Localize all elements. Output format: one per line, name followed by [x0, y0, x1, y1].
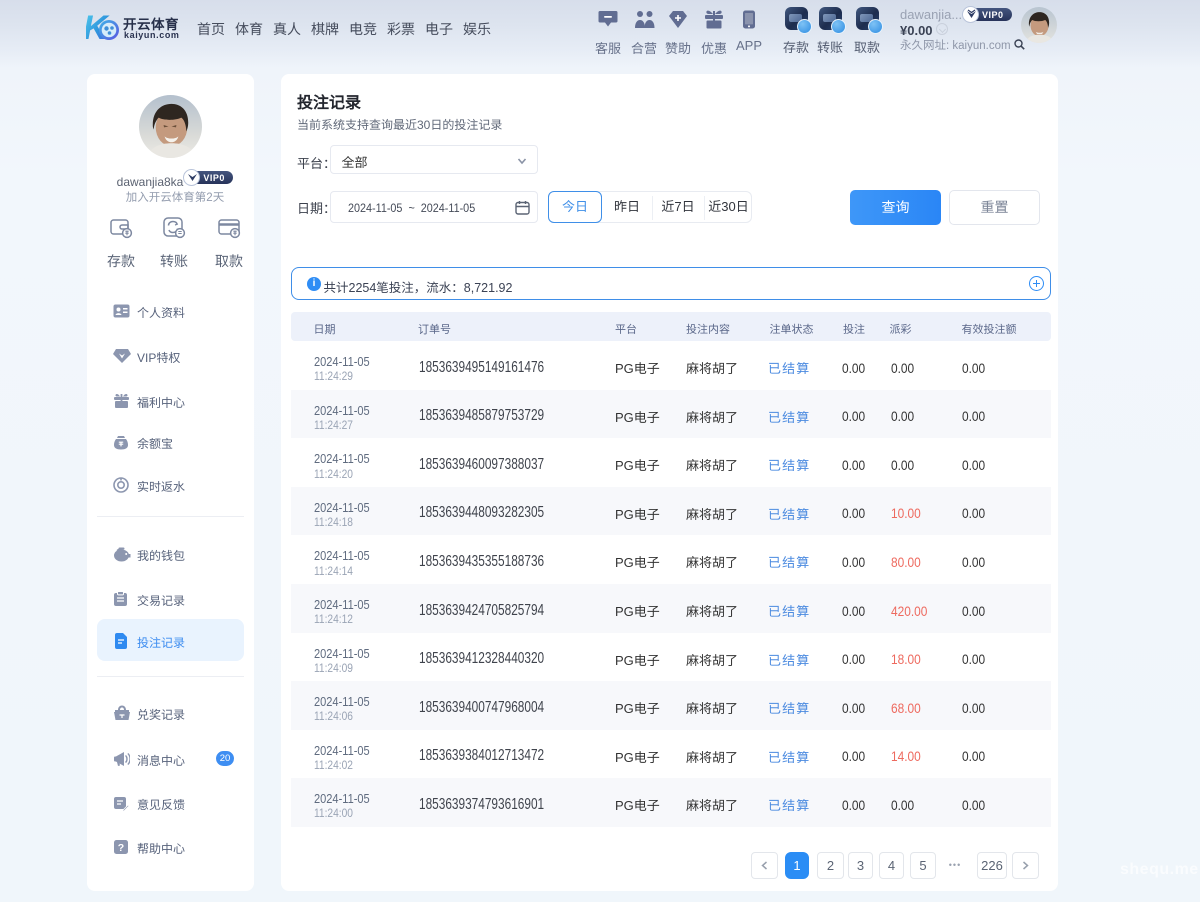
svg-text:?: ?: [118, 842, 124, 854]
